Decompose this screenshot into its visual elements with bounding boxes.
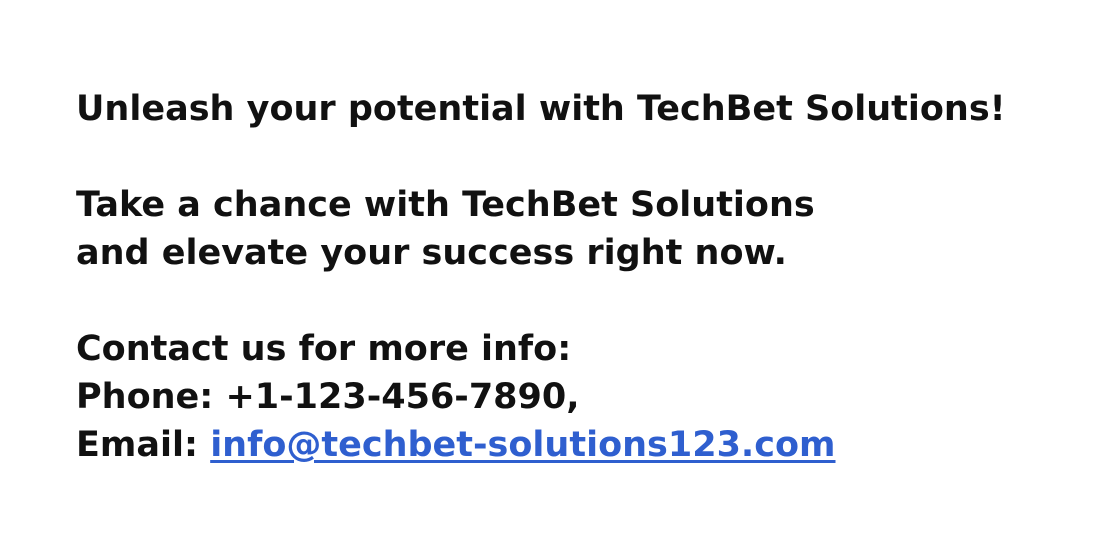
contact-heading: Contact us for more info:	[76, 329, 572, 369]
email-link[interactable]: info@techbet-solutions123.com	[210, 425, 835, 465]
promo-line-2: and elevate your success right now.	[76, 233, 787, 273]
message-body: Unleash your potential with TechBet Solu…	[76, 85, 1076, 469]
email-line: Email: info@techbet-solutions123.com	[76, 421, 1076, 469]
headline: Unleash your potential with TechBet Solu…	[76, 89, 1006, 129]
email-label: Email:	[76, 425, 211, 465]
phone-line: Phone: +1-123-456-7890,	[76, 377, 580, 417]
promo-line-1: Take a chance with TechBet Solutions	[76, 185, 815, 225]
